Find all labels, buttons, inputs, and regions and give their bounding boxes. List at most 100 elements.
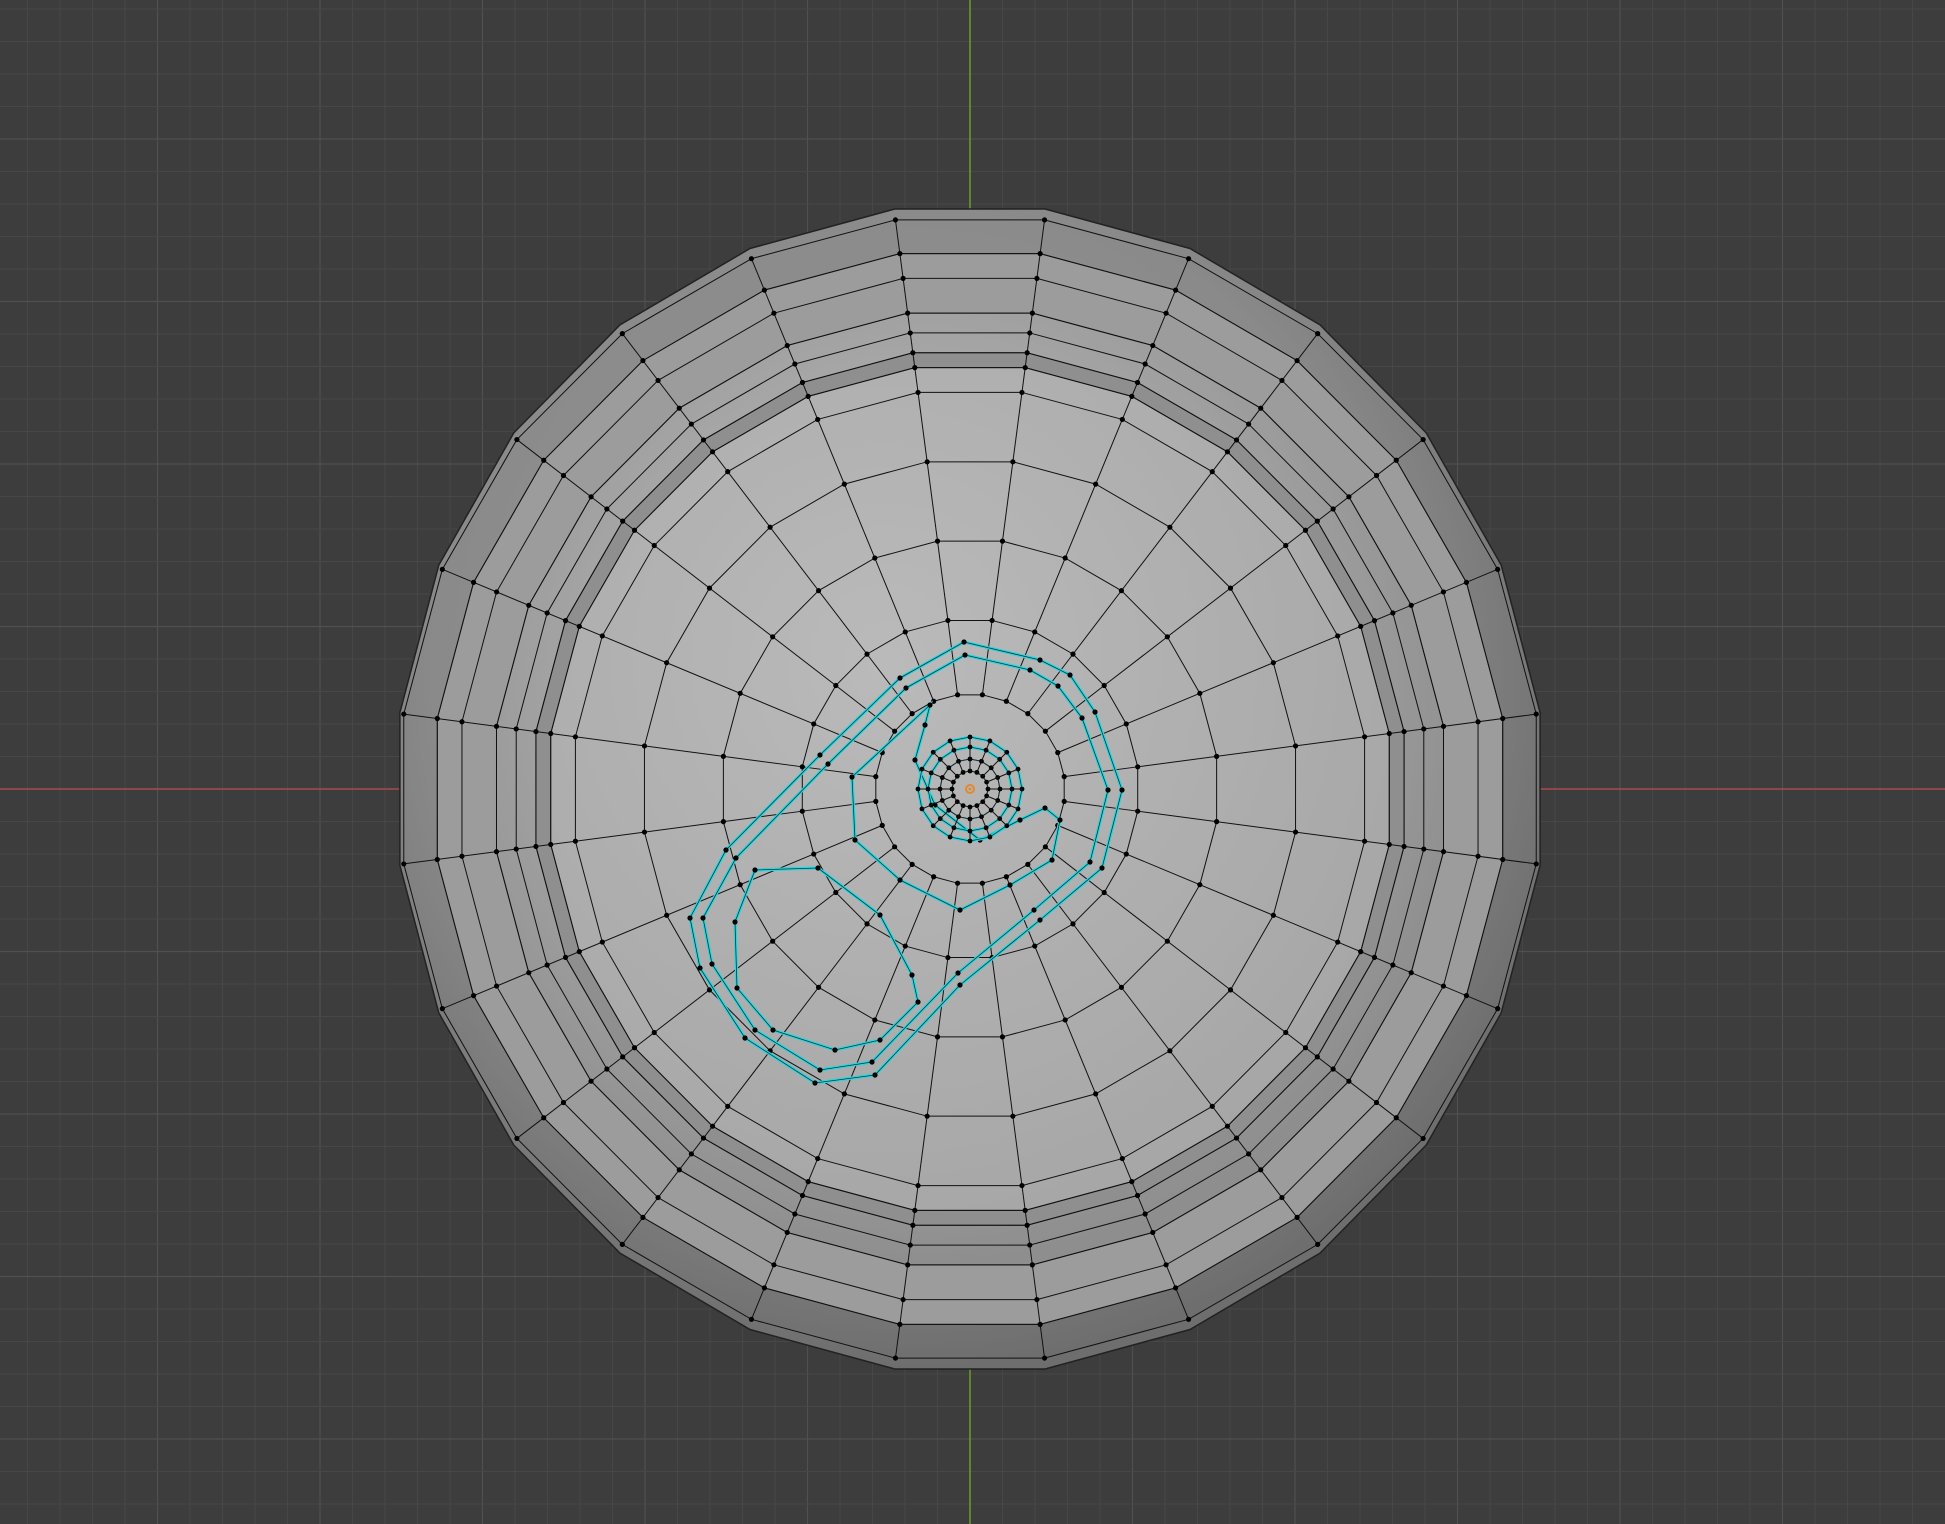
tab-vertex [1055, 683, 1061, 689]
mesh-vertex [1197, 690, 1203, 696]
mesh-vertex [1101, 889, 1107, 896]
mesh-vertex [799, 764, 805, 770]
mesh-vertex [872, 555, 878, 561]
mesh-vertex [1022, 365, 1028, 371]
mesh-vertex [1129, 1179, 1135, 1185]
mesh-vertex [588, 494, 594, 500]
mesh-vertex [1315, 1241, 1321, 1247]
mesh-vertex [924, 459, 930, 465]
mesh-vertex [1386, 730, 1392, 737]
mesh-vertex [1022, 1207, 1028, 1213]
mesh-vertex [1019, 389, 1025, 396]
mesh-vertex [1371, 618, 1378, 624]
mesh-vertex [604, 506, 610, 512]
mesh-vertex [1475, 853, 1481, 859]
mesh-vertex [792, 361, 798, 367]
mesh-vertex [1335, 633, 1341, 639]
mesh-vertex [1314, 518, 1320, 524]
mesh-vertex [619, 331, 625, 337]
mesh-vertex [1055, 750, 1061, 756]
mesh-vertex [401, 711, 407, 717]
mesh-vertex [459, 853, 465, 859]
tab-vertex [733, 855, 739, 861]
mesh-vertex [1330, 506, 1336, 512]
mesh-vertex [1270, 912, 1276, 918]
mesh-vertex [651, 1029, 657, 1036]
mesh-vertex [1533, 711, 1539, 717]
mesh-vertex [1062, 1017, 1068, 1023]
mesh-vertex [588, 1078, 594, 1084]
mesh-vertex [526, 970, 532, 976]
mesh-vertex [541, 1115, 547, 1121]
mesh-vertex [1440, 589, 1447, 595]
mesh-vertex [748, 1316, 755, 1322]
mesh-vertex [999, 1034, 1006, 1040]
mesh-vertex [514, 436, 520, 443]
tab-vertex [1042, 805, 1048, 811]
mesh-vertex [1101, 682, 1107, 689]
mesh-vertex [1463, 579, 1470, 585]
tab-vertex [869, 1059, 875, 1065]
mesh-vertex [664, 912, 670, 918]
mesh-vertex [892, 1355, 899, 1361]
mesh-vertex [401, 861, 407, 867]
mesh-vertex [544, 962, 550, 968]
mesh-vertex [905, 1262, 911, 1268]
mesh-vertex [934, 1034, 941, 1040]
tab-vertex [957, 907, 963, 913]
mesh-vertex [651, 542, 657, 549]
mesh-vertex [1258, 1167, 1264, 1173]
tab-vertex [903, 685, 909, 691]
tab-vertex [1027, 667, 1033, 673]
mesh-vertex [770, 634, 776, 640]
mesh-vertex [934, 538, 941, 544]
mesh-vertex [815, 588, 822, 594]
tab-vertex [909, 972, 915, 978]
tab-vertex [812, 1080, 818, 1086]
mesh-vertex [470, 579, 477, 585]
mesh-vertex [1408, 970, 1414, 976]
mesh-vertex [631, 1045, 638, 1051]
tab-vertex [687, 915, 693, 921]
mesh-vertex [915, 389, 921, 396]
tab-vertex [849, 774, 855, 780]
mesh-vertex [873, 798, 879, 804]
mesh-vertex [1041, 1355, 1048, 1361]
tab-vertex [852, 837, 858, 843]
tab-vertex [922, 722, 928, 728]
mesh-vertex [1209, 1103, 1215, 1109]
mesh-vertex [576, 623, 582, 629]
mesh-vertex [1270, 660, 1276, 666]
mesh-vertex [1123, 851, 1129, 857]
3d-viewport[interactable] [0, 0, 1945, 1524]
mesh-vertex [1027, 330, 1033, 336]
mesh-vertex [897, 1321, 903, 1327]
mesh-vertex [1167, 1048, 1173, 1054]
mesh-vertex [955, 880, 961, 886]
mesh-vertex [761, 287, 767, 293]
mesh-vertex [1119, 416, 1125, 423]
mesh-vertex [879, 822, 885, 828]
mesh-vertex [979, 880, 985, 886]
mesh-vertex [892, 844, 898, 850]
mesh-vertex [1150, 1229, 1156, 1236]
mesh-vertex [979, 692, 985, 698]
mesh-vertex [1233, 437, 1240, 443]
mesh-vertex [1062, 555, 1068, 561]
mesh-vertex [1003, 874, 1009, 880]
mesh-vertex [1010, 1113, 1016, 1119]
viewport-canvas[interactable] [0, 0, 1945, 1524]
mesh-vertex [1401, 843, 1407, 850]
mesh-vertex [1010, 459, 1016, 465]
mesh-vertex [1118, 984, 1125, 990]
tab-vertex [957, 982, 963, 988]
mesh-vertex [1197, 882, 1203, 888]
mesh-vertex [1420, 1135, 1426, 1142]
mesh-vertex [1034, 1296, 1040, 1303]
mesh-vertex [1246, 1151, 1252, 1157]
mesh-vertex [1463, 993, 1470, 999]
mesh-vertex [1361, 734, 1368, 740]
mesh-vertex [599, 939, 605, 945]
mesh-vertex [1279, 377, 1285, 384]
mesh-vertex [533, 728, 539, 735]
